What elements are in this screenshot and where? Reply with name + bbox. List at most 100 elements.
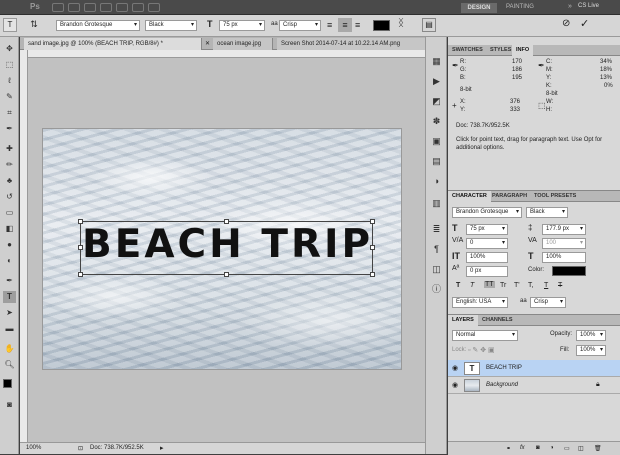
align-left-icon[interactable]: ≡	[327, 20, 332, 30]
quick-select-tool-icon[interactable]: ✎	[3, 91, 16, 103]
small-caps-icon[interactable]: Tr	[500, 282, 506, 289]
font-family-select[interactable]: Brandon Grotesque	[56, 20, 140, 31]
tab-channels[interactable]: CHANNELS	[478, 315, 517, 326]
layer-name[interactable]: BEACH TRIP	[486, 365, 522, 371]
marquee-tool-icon[interactable]: ⬚	[3, 59, 16, 71]
masks-icon[interactable]: ▥	[429, 197, 444, 210]
type-tool-preset-icon[interactable]: T	[3, 18, 17, 32]
text-color-swatch[interactable]	[373, 20, 390, 31]
char-font-style-select[interactable]: Black	[526, 207, 568, 218]
zoom-level-icon[interactable]	[100, 3, 112, 12]
headline-text-layer[interactable]: BEACH TRIP	[82, 222, 372, 267]
clone-stamp-tool-icon[interactable]: ♣	[3, 175, 16, 187]
notes-icon[interactable]: ▤	[429, 155, 444, 168]
arrange-documents-icon[interactable]	[132, 3, 144, 12]
history-panel-icon[interactable]: ▦	[429, 55, 444, 68]
minibridge-icon[interactable]	[68, 3, 80, 12]
align-right-icon[interactable]: ≡	[355, 20, 360, 30]
paragraph-styles-icon[interactable]: ¶	[429, 243, 444, 256]
brush-tool-icon[interactable]: ✏	[3, 159, 16, 171]
antialias-select[interactable]: Crisp	[279, 20, 321, 31]
foreground-color-swatch[interactable]	[3, 379, 12, 388]
faux-bold-icon[interactable]: T	[456, 282, 460, 289]
cancel-edits-icon[interactable]: ⊘	[562, 18, 570, 29]
pen-tool-icon[interactable]: ✒	[3, 275, 16, 287]
tab-character[interactable]: CHARACTER	[448, 191, 491, 202]
type-tool-icon[interactable]: T	[3, 291, 16, 303]
blur-tool-icon[interactable]: ●	[3, 239, 16, 251]
history-brush-tool-icon[interactable]: ↺	[3, 191, 16, 203]
layer-name[interactable]: Background	[486, 382, 518, 388]
new-layer-icon[interactable]: ◫	[578, 445, 584, 452]
workspace-more-icon[interactable]: »	[568, 3, 572, 10]
strikethrough-icon[interactable]: T	[558, 282, 562, 289]
path-select-tool-icon[interactable]: ➤	[3, 307, 16, 319]
dodge-tool-icon[interactable]: ◐	[3, 255, 16, 267]
workspace-painting[interactable]: PAINTING	[506, 4, 534, 10]
font-size-select[interactable]: 75 px	[219, 20, 265, 31]
char-color-swatch[interactable]	[552, 266, 586, 276]
character-panel-toggle-icon[interactable]: ▤	[422, 18, 436, 32]
move-tool-icon[interactable]: ✥	[3, 43, 16, 55]
eraser-tool-icon[interactable]: ▭	[3, 207, 16, 219]
quick-mask-icon[interactable]: ◙	[3, 399, 16, 411]
tab-ocean-image[interactable]: ocean image.jpg	[213, 38, 273, 50]
blend-mode-select[interactable]: Normal	[452, 330, 518, 341]
fill-field[interactable]: 100%	[576, 345, 606, 356]
char-kerning-field[interactable]: 100	[542, 238, 586, 249]
shape-tool-icon[interactable]: ▬	[3, 323, 16, 335]
char-antialias-select[interactable]: Crisp	[530, 297, 566, 308]
char-font-family-select[interactable]: Brandon Grotesque	[452, 207, 522, 218]
swatches-icon[interactable]: ◫	[429, 263, 444, 276]
language-select[interactable]: English: USA	[452, 297, 508, 308]
lock-icons[interactable]: ▫ ✎ ✥ ▣	[468, 346, 495, 354]
design-workspace-button[interactable]: DESIGN	[461, 3, 497, 13]
tab-styles[interactable]: STYLES	[486, 45, 515, 56]
link-layers-icon[interactable]: ⚭	[506, 445, 511, 452]
color-panel-icon[interactable]: ◩	[429, 95, 444, 108]
add-mask-icon[interactable]: ◙	[536, 445, 540, 451]
layer-row-background[interactable]: ◉ Background 🔒︎	[448, 377, 620, 394]
new-group-icon[interactable]: ▭	[564, 445, 570, 452]
tab-layers[interactable]: LAYERS	[448, 315, 478, 326]
tab-tool-presets[interactable]: TOOL PRESETS	[530, 191, 580, 202]
align-center-icon[interactable]: ≡	[338, 18, 352, 32]
char-vscale-field[interactable]: 100%	[466, 252, 508, 263]
layer-style-icon[interactable]: fx	[520, 445, 525, 451]
bbox-handle[interactable]	[224, 272, 229, 277]
adjustment-layer-icon[interactable]: ◑	[550, 445, 554, 451]
char-hscale-field[interactable]: 100%	[542, 252, 586, 263]
font-style-select[interactable]: Black	[145, 20, 197, 31]
opacity-field[interactable]: 100%	[576, 330, 606, 341]
faux-italic-icon[interactable]: T	[470, 282, 474, 289]
adjustments-icon[interactable]: ◑	[429, 175, 444, 188]
actions-panel-icon[interactable]: ▶	[429, 75, 444, 88]
tab-paragraph[interactable]: PARAGRAPH	[488, 191, 531, 202]
bbox-handle[interactable]	[370, 272, 375, 277]
superscript-icon[interactable]: T'	[514, 282, 520, 289]
clone-source-icon[interactable]: ▣	[429, 135, 444, 148]
char-tracking-field[interactable]: 0	[466, 238, 508, 249]
layer-visibility-eye-icon[interactable]: ◉	[452, 364, 458, 372]
status-menu-icon[interactable]: ▸	[160, 444, 164, 452]
char-size-field[interactable]: 75 px	[466, 224, 508, 235]
bridge-icon[interactable]	[52, 3, 64, 12]
tab-swatches[interactable]: SWATCHES	[448, 45, 487, 56]
layer-visibility-eye-icon[interactable]: ◉	[452, 381, 458, 389]
char-leading-field[interactable]: 177.9 px	[542, 224, 586, 235]
character-styles-icon[interactable]: ≣	[429, 223, 444, 236]
gradient-tool-icon[interactable]: ◧	[3, 223, 16, 235]
underline-icon[interactable]: T	[544, 282, 548, 289]
view-extras-icon[interactable]	[84, 3, 96, 12]
subscript-icon[interactable]: T,	[528, 282, 533, 289]
hand-tool-icon[interactable]: ✋	[3, 343, 16, 355]
tab-sand-image[interactable]: sand image.jpg @ 100% (BEACH TRIP, RGB/8…	[24, 38, 202, 50]
all-caps-icon[interactable]: TT	[484, 281, 495, 288]
tab-info[interactable]: INFO	[512, 45, 534, 56]
info-icon[interactable]: ⓘ	[429, 283, 444, 296]
lasso-tool-icon[interactable]: ℓ	[3, 75, 16, 87]
healing-brush-tool-icon[interactable]: ✚	[3, 143, 16, 155]
layer-row-beach-trip[interactable]: ◉ T BEACH TRIP	[448, 360, 620, 377]
tab-screen-shot[interactable]: Screen Shot 2014-07-14 at 10.22.14 AM.pn…	[277, 38, 427, 50]
bbox-handle[interactable]	[78, 272, 83, 277]
